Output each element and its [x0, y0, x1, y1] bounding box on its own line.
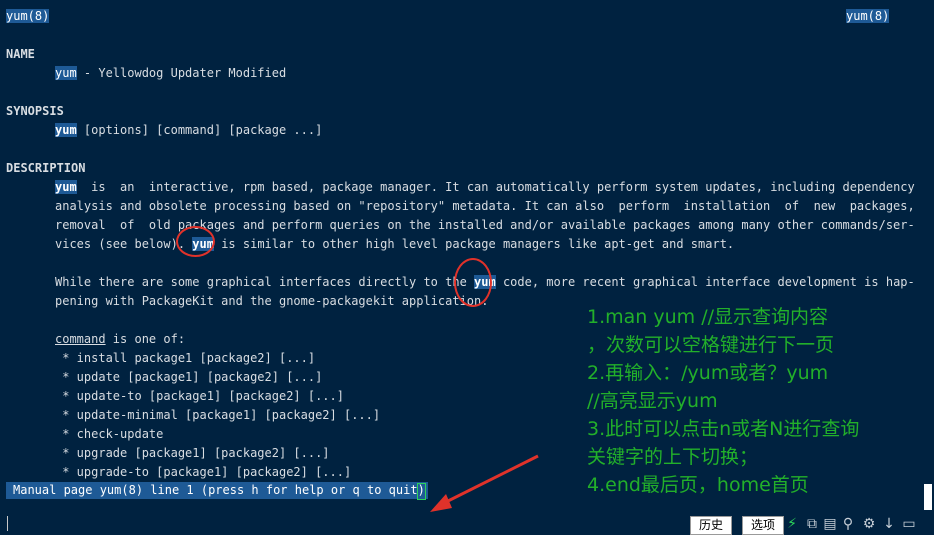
man-header-right: yum(8)	[846, 9, 890, 23]
history-button[interactable]: 历史	[690, 516, 733, 535]
command-item: * update-to [package1] [package2] [...]	[55, 389, 344, 403]
command-item: * update [package1] [package2] [...]	[55, 370, 323, 384]
synopsis-line: yum [options] [command] [package ...]	[55, 123, 323, 137]
description-line-2: analysis and obsolete processing based o…	[55, 199, 915, 213]
command-item: * check-update	[55, 427, 164, 441]
section-synopsis-heading: SYNOPSIS	[6, 104, 64, 118]
highlight-circle	[176, 226, 215, 257]
annotation-text: 1.man yum //显示查询内容 ，次数可以空格键进行下一页 2.再输入：/…	[587, 303, 932, 499]
man-status-line: Manual page yum(8) line 1 (press h for h…	[6, 482, 428, 499]
command-item: * update-minimal [package1] [package2] […	[55, 408, 381, 422]
bottom-toolbar: 历史 选项 ⚡ ⧉ ▤ ⚲ ⚙ ↓ ▭	[690, 515, 934, 535]
annotation-line: 3.此时可以点击n或者N进行查询	[587, 418, 860, 440]
search-icon[interactable]: ⚲	[840, 516, 856, 532]
command-item: * upgrade [package1] [package2] [...]	[55, 446, 330, 460]
section-description-heading: DESCRIPTION	[6, 161, 86, 175]
copy-icon[interactable]: ⧉	[804, 516, 820, 532]
lightning-icon[interactable]: ⚡	[784, 516, 800, 532]
clipboard-icon[interactable]: ▤	[822, 516, 838, 532]
command-item: * upgrade-to [package1] [package2] [...]	[55, 465, 352, 479]
gear-icon[interactable]: ⚙	[861, 516, 877, 532]
annotation-line: 1.man yum //显示查询内容	[587, 306, 828, 328]
section-name-heading: NAME	[6, 47, 35, 61]
annotation-line: 4.end最后页，home首页	[587, 474, 809, 496]
description-line-1: yum is an interactive, rpm based, packag…	[55, 180, 915, 194]
download-icon[interactable]: ↓	[881, 516, 897, 532]
highlight-circle	[454, 258, 492, 307]
command-intro: command is one of:	[55, 332, 186, 346]
annotation-arrow	[430, 454, 539, 512]
annotation-line: 2.再输入：/yum或者？yum	[587, 362, 829, 384]
description-line-4: vices (see below). yum is similar to oth…	[55, 237, 735, 251]
maximize-icon[interactable]: ▭	[900, 516, 918, 532]
description-line-6: pening with PackageKit and the gnome-pac…	[55, 294, 489, 308]
man-header-left: yum(8)	[6, 9, 50, 23]
annotation-line: 关键字的上下切换；	[587, 446, 759, 468]
annotation-line: ，次数可以空格键进行下一页	[587, 334, 835, 356]
options-button[interactable]: 选项	[742, 516, 785, 535]
input-caret	[7, 516, 8, 531]
scrollbar-thumb[interactable]	[924, 484, 932, 510]
command-item: * install package1 [package2] [...]	[55, 351, 316, 365]
annotation-line: //高亮显示yum	[587, 390, 718, 412]
name-line: yum - Yellowdog Updater Modified	[55, 66, 287, 80]
